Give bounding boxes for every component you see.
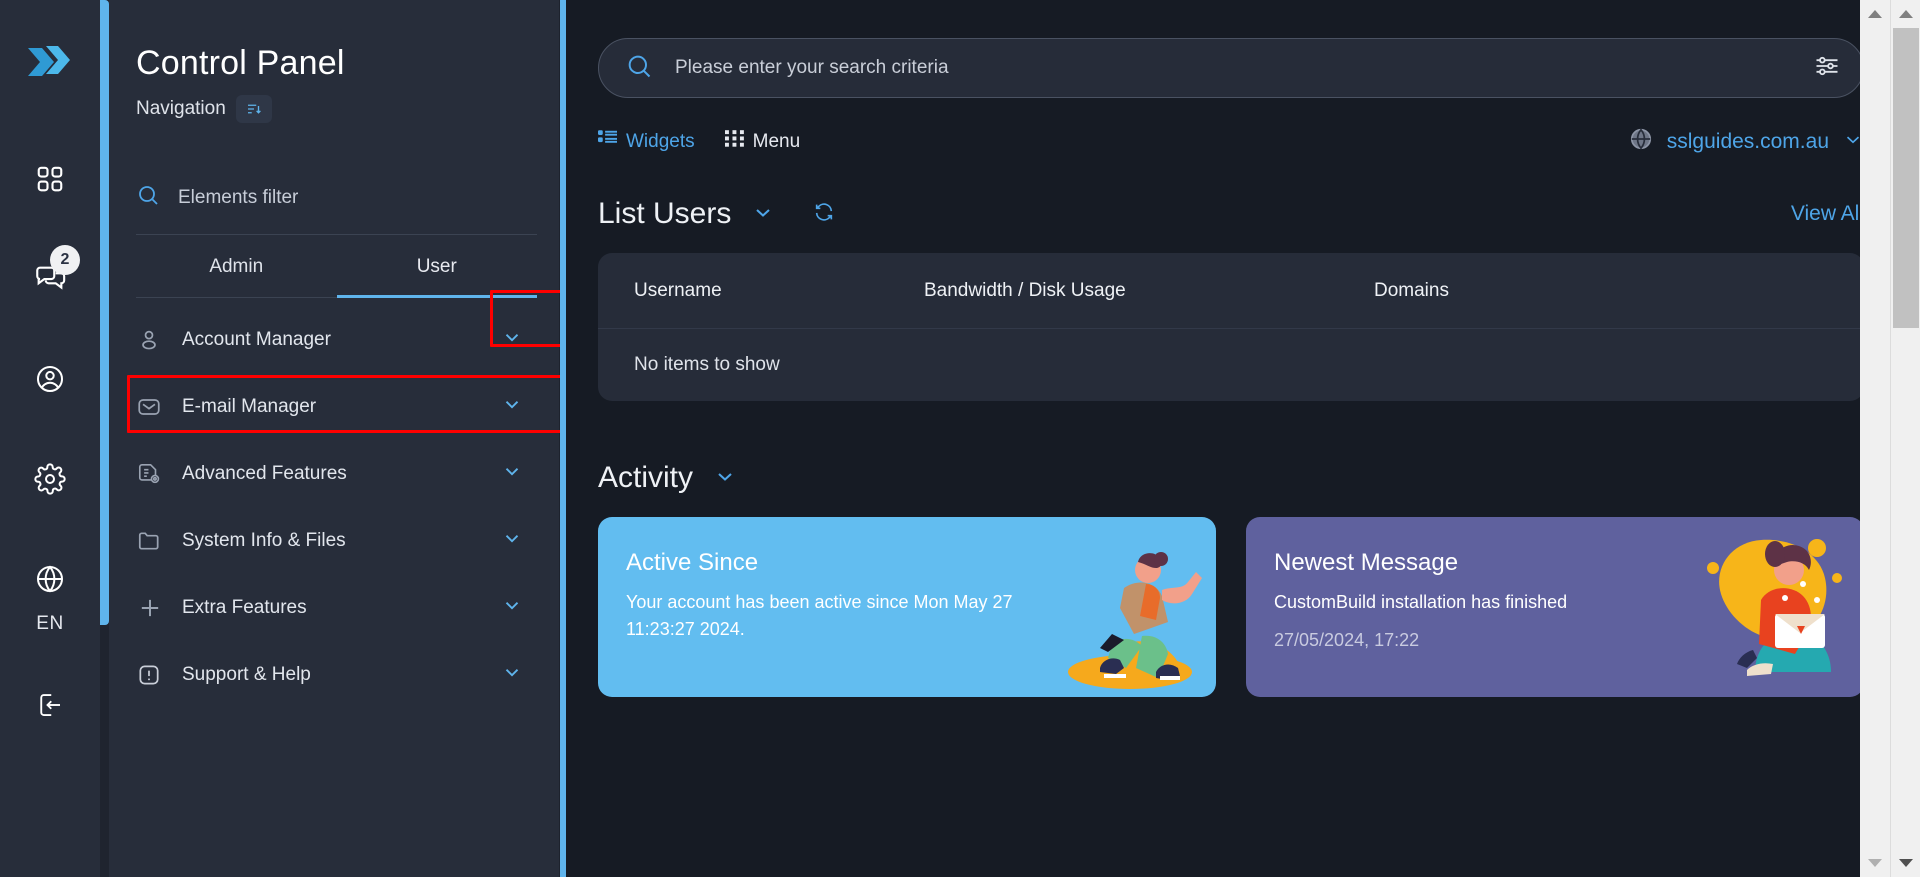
widgets-button[interactable]: Widgets (598, 129, 695, 154)
envelope-icon (136, 394, 182, 420)
logout-icon[interactable] (22, 677, 78, 733)
users-table-card: Username Bandwidth / Disk Usage Domains … (598, 253, 1864, 401)
card-text: Your account has been active since Mon M… (626, 592, 1013, 639)
page-title: Control Panel (136, 44, 345, 82)
folder-icon (136, 528, 182, 554)
main-left-accent-bar (560, 0, 566, 877)
exclamation-box-icon (136, 662, 182, 688)
chevron-down-icon[interactable] (501, 661, 523, 688)
directadmin-logo-icon[interactable] (24, 38, 76, 95)
column-header-domains: Domains (1374, 279, 1449, 301)
sidebar-menu: Account Manager E-mail Manager Advanced … (136, 306, 537, 708)
sidebar-item-advanced-features[interactable]: Advanced Features (136, 440, 537, 507)
chevron-down-icon[interactable] (501, 326, 523, 353)
search-input[interactable] (675, 57, 1813, 79)
sidebar-item-label: E-mail Manager (182, 395, 317, 417)
activity-card-newest-message[interactable]: Newest Message CustomBuild installation … (1246, 517, 1864, 697)
chevron-down-icon[interactable] (501, 527, 523, 554)
sliders-filter-icon[interactable] (1813, 52, 1841, 85)
empty-state-text: No items to show (634, 354, 780, 375)
scroll-down-arrow[interactable] (1891, 849, 1920, 877)
globe-icon (1628, 126, 1654, 157)
outer-scroll-up-arrow[interactable] (1860, 0, 1890, 28)
domain-selector[interactable]: sslguides.com.au (1628, 126, 1864, 157)
main-content: Widgets Menu (560, 0, 1920, 877)
chevron-down-icon[interactable] (501, 393, 523, 420)
document-gear-icon (136, 461, 182, 487)
navigation-label: Navigation (136, 98, 226, 119)
app-root: 2 EN Control Panel Navigation Elements f… (0, 0, 1920, 877)
table-header-row: Username Bandwidth / Disk Usage Domains (598, 253, 1864, 329)
search-icon (136, 183, 160, 212)
widgets-grid-icon (598, 129, 617, 154)
tab-user[interactable]: User (337, 235, 538, 297)
column-header-username: Username (634, 279, 722, 301)
domain-name: sslguides.com.au (1666, 129, 1829, 153)
sidebar-item-email-manager[interactable]: E-mail Manager (136, 373, 537, 440)
global-search-bar[interactable] (598, 38, 1864, 98)
activity-cards-row: Active Since Your account has been activ… (598, 517, 1864, 697)
menu-button[interactable]: Menu (724, 129, 801, 154)
sidebar-item-extra-features[interactable]: Extra Features (136, 574, 537, 641)
sidebar-tabs: Admin User (136, 235, 537, 298)
sitting-person-illustration (1691, 522, 1856, 697)
sidebar-item-support-help[interactable]: Support & Help (136, 641, 537, 708)
list-users-title: List Users (598, 197, 732, 230)
navigation-subtitle-row: Navigation (136, 95, 547, 123)
sidebar-item-label: Extra Features (182, 596, 307, 618)
column-header-bandwidth-disk: Bandwidth / Disk Usage (924, 279, 1126, 301)
messages-badge: 2 (50, 245, 80, 275)
menu-label: Menu (752, 130, 801, 152)
content-toolbar: Widgets Menu sslguides.com.au (598, 126, 1864, 157)
scroll-up-arrow[interactable] (1891, 0, 1920, 28)
page-scrollbar[interactable] (1890, 0, 1920, 877)
search-icon (625, 52, 653, 85)
list-users-header: List Users View All (598, 197, 1864, 231)
sidebar-item-label: Account Manager (182, 328, 331, 350)
chevron-down-icon[interactable] (713, 464, 737, 493)
sidebar-item-label: System Info & Files (182, 529, 346, 551)
chevron-down-icon[interactable] (501, 594, 523, 621)
sort-list-icon[interactable] (235, 95, 272, 123)
menu-grid-icon (724, 129, 744, 154)
sidebar-item-label: Support & Help (182, 663, 311, 685)
chat-bubbles-icon[interactable]: 2 (22, 245, 80, 307)
outer-scrollbar[interactable] (1860, 0, 1890, 877)
chevron-down-icon[interactable] (501, 460, 523, 487)
gear-icon[interactable] (22, 451, 78, 507)
scrollbar-thumb[interactable] (1893, 28, 1919, 328)
running-person-illustration (1038, 532, 1208, 697)
activity-header: Activity (598, 461, 1864, 495)
activity-card-active-since[interactable]: Active Since Your account has been activ… (598, 517, 1216, 697)
tab-admin[interactable]: Admin (136, 235, 337, 297)
card-text: CustomBuild installation has finished (1274, 592, 1568, 612)
sidebar-item-account-manager[interactable]: Account Manager (136, 306, 537, 373)
apps-icon[interactable] (22, 151, 78, 207)
globe-icon[interactable] (22, 551, 78, 607)
table-empty-row: No items to show (598, 329, 1864, 401)
outer-scroll-down-arrow[interactable] (1860, 849, 1890, 877)
navigation-sidebar: Control Panel Navigation Elements filter (100, 0, 614, 877)
widgets-label: Widgets (626, 130, 695, 152)
elements-filter-placeholder: Elements filter (178, 186, 299, 208)
icon-rail: 2 EN (0, 0, 100, 877)
view-all-link[interactable]: View All (1791, 202, 1864, 226)
tab-active-underline (336, 295, 537, 298)
plus-icon (136, 594, 182, 622)
refresh-icon[interactable] (813, 201, 835, 228)
chevron-down-icon[interactable] (751, 200, 775, 229)
activity-title: Activity (598, 461, 694, 494)
language-label[interactable]: EN (36, 613, 64, 635)
sidebar-item-system-info-files[interactable]: System Info & Files (136, 507, 537, 574)
user-circle-icon[interactable] (22, 351, 78, 407)
user-icon (136, 327, 182, 353)
elements-filter-row[interactable]: Elements filter (136, 183, 537, 235)
sidebar-item-label: Advanced Features (182, 462, 347, 484)
